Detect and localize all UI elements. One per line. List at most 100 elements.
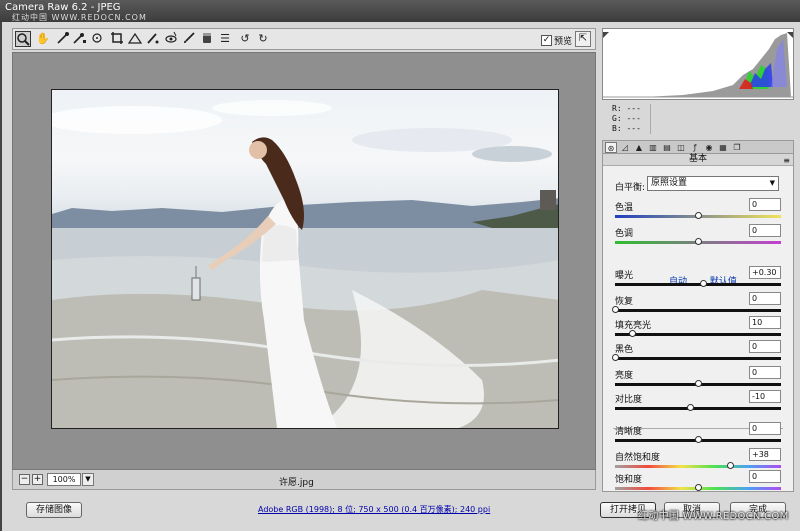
readout-b: B: ---	[612, 124, 641, 133]
tab-detail-icon[interactable]: ▲	[633, 142, 645, 153]
slider-value-field[interactable]: 0	[749, 340, 781, 353]
slider-thumb[interactable]	[695, 380, 702, 387]
panel-title: 基本	[688, 154, 707, 164]
slider-thumb[interactable]	[726, 462, 734, 469]
slider-label: 对比度	[615, 395, 643, 405]
tab-split-toning-icon[interactable]: ▤	[661, 142, 673, 153]
tab-effects-icon[interactable]: ƒ	[689, 142, 701, 153]
tab-basic-icon[interactable]: ⊛	[605, 142, 617, 153]
white-balance-select[interactable]: 原照设置 ▼	[647, 176, 779, 191]
slider-thumb[interactable]	[628, 330, 636, 337]
slider-thumb[interactable]	[699, 280, 707, 287]
slider-value-field[interactable]: +38	[749, 448, 781, 461]
slider-track[interactable]	[615, 283, 781, 286]
zoom-dropdown[interactable]: ▼	[82, 473, 94, 486]
file-name: 许愿.jpg	[279, 478, 314, 488]
rotate-right-icon[interactable]: ↻	[255, 31, 271, 47]
slider-row: 恢复 0	[612, 292, 785, 316]
eyedropper-icon[interactable]	[55, 31, 71, 47]
slider-row: 亮度 0	[613, 366, 785, 390]
slider-label: 色调	[615, 229, 634, 239]
image-canvas[interactable]	[12, 52, 596, 470]
workflow-options-link[interactable]: Adobe RGB (1998); 8 位; 750 x 500 (0.4 百万…	[258, 504, 490, 515]
tab-presets-icon[interactable]: ▦	[717, 142, 729, 153]
slider-value-field[interactable]: 0	[749, 198, 781, 211]
slider-row: 对比度 -10	[613, 390, 785, 414]
slider-row: 色调 0	[613, 224, 785, 248]
slider-thumb[interactable]	[695, 238, 702, 245]
readout-r: R: ---	[612, 104, 641, 113]
basic-panel: 基本 ≡ 白平衡: 原照设置 ▼ 自动 默认值 色温 0 色调 0 曝光 +0.30 恢复 0…	[602, 154, 794, 492]
preview-toggle[interactable]: ✓ 预览	[541, 33, 572, 47]
adjustment-brush-icon[interactable]	[181, 31, 197, 47]
white-balance-label: 白平衡:	[615, 183, 646, 193]
slider-value-field[interactable]: 0	[749, 224, 781, 237]
crop-icon[interactable]	[109, 31, 125, 47]
slider-value-field[interactable]: 0	[749, 422, 781, 435]
zoom-out-button[interactable]: −	[19, 474, 30, 485]
tab-lens-icon[interactable]: ◫	[675, 142, 687, 153]
tab-hsl-icon[interactable]: ▥	[647, 142, 659, 153]
slider-value-field[interactable]: 10	[749, 316, 781, 329]
slider-track[interactable]	[615, 333, 781, 336]
readout-g: G: ---	[612, 114, 641, 123]
slider-thumb[interactable]	[686, 404, 694, 411]
target-adjust-icon[interactable]	[89, 31, 105, 47]
zoom-level[interactable]: 100%	[47, 473, 81, 486]
red-eye-icon[interactable]	[163, 31, 179, 47]
histogram	[602, 28, 794, 100]
slider-track[interactable]	[615, 465, 781, 468]
toolbar: ✋ ☰ ↺ ↻ ✓ 预览 ⇱	[12, 28, 596, 50]
spot-removal-icon[interactable]	[145, 31, 161, 47]
slider-thumb[interactable]	[612, 306, 619, 313]
tab-tone-curve-icon[interactable]: ◿	[619, 142, 631, 153]
preview-label: 预览	[554, 36, 573, 47]
title-bar: Camera Raw 6.2 - JPEG 红动中国 WWW.REDOCN.CO…	[0, 0, 800, 22]
slider-row: 填充亮光 10	[613, 316, 785, 340]
rotate-left-icon[interactable]: ↺	[237, 31, 253, 47]
slider-track[interactable]	[615, 407, 781, 410]
slider-value-field[interactable]: 0	[749, 366, 781, 379]
chevron-down-icon: ▼	[769, 179, 775, 187]
slider-thumb[interactable]	[695, 436, 702, 443]
slider-thumb[interactable]	[695, 484, 702, 491]
tab-snapshots-icon[interactable]: ❐	[731, 142, 743, 153]
slider-row: 自然饱和度 +38	[613, 448, 785, 472]
zoom-in-button[interactable]: +	[32, 474, 43, 485]
save-image-button[interactable]: 存储图像	[26, 502, 82, 518]
slider-row: 清晰度 0	[613, 422, 785, 446]
zoom-icon[interactable]	[15, 31, 31, 47]
readout-divider	[650, 104, 651, 134]
slider-label: 亮度	[615, 371, 634, 381]
slider-label: 饱和度	[615, 475, 643, 485]
panel-menu-icon[interactable]: ≡	[783, 155, 790, 166]
slider-thumb[interactable]	[695, 212, 702, 219]
histogram-graph	[603, 32, 793, 98]
fullscreen-icon[interactable]: ⇱	[575, 31, 591, 47]
straighten-icon[interactable]	[127, 31, 143, 47]
watermark-bottom: 红动中国 WWW.REDOCN.COM	[638, 511, 789, 522]
slider-row: 曝光 +0.30	[613, 266, 785, 290]
slider-label: 曝光	[615, 271, 634, 281]
preview-photo	[51, 89, 559, 429]
color-sampler-icon[interactable]	[71, 31, 87, 47]
panel-tabs: ⊛ ◿ ▲ ▥ ▤ ◫ ƒ ◉ ▦ ❐	[602, 140, 794, 154]
preferences-icon[interactable]: ☰	[217, 31, 233, 47]
slider-value-field[interactable]: +0.30	[749, 266, 781, 279]
tab-camera-calibration-icon[interactable]: ◉	[703, 142, 715, 153]
slider-value-field[interactable]: 0	[749, 292, 781, 305]
slider-thumb[interactable]	[612, 354, 619, 361]
hand-icon[interactable]: ✋	[35, 31, 51, 47]
slider-value-field[interactable]: -10	[749, 390, 781, 403]
graduated-filter-icon[interactable]	[199, 31, 215, 47]
slider-label: 恢复	[615, 297, 634, 307]
photo-scene	[52, 100, 558, 428]
slider-value-field[interactable]: 0	[749, 470, 781, 483]
slider-track[interactable]	[615, 357, 781, 360]
slider-track[interactable]	[615, 309, 781, 312]
slider-label: 黑色	[615, 345, 634, 355]
slider-label: 清晰度	[615, 427, 643, 437]
preview-checkbox[interactable]: ✓	[541, 34, 552, 46]
slider-row: 饱和度 0	[613, 470, 785, 494]
slider-row: 黑色 0	[612, 340, 785, 364]
